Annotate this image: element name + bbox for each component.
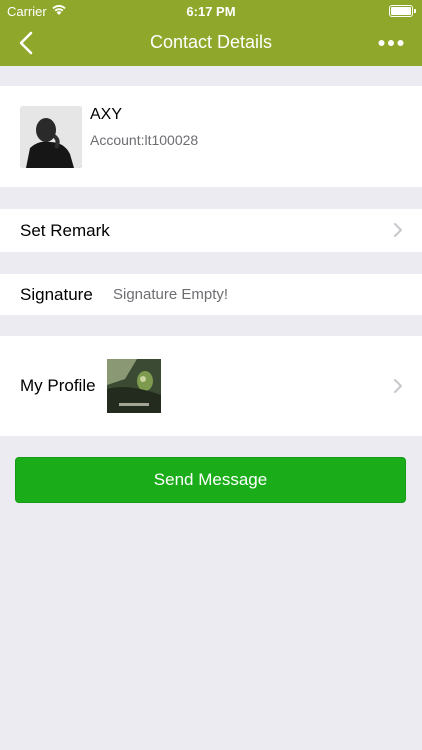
chevron-right-icon [394,223,402,237]
avatar [20,106,82,168]
contact-account: Account:lt100028 [90,132,199,148]
status-time: 6:17 PM [186,4,236,19]
battery-icon [389,5,416,17]
status-bar: Carrier 6:17 PM [0,0,422,22]
ellipsis-icon[interactable] [378,36,404,50]
my-profile-label: My Profile [20,376,96,395]
contact-name: AXY [90,106,123,123]
set-remark-label: Set Remark [20,221,110,240]
contact-card: AXY Account:lt100028 [0,86,422,187]
profile-photo-thumbnail [107,359,161,413]
page-title: Contact Details [149,32,273,52]
signature-label: Signature [20,285,93,304]
send-message-button[interactable]: Send Message [15,457,406,503]
signature-value: Signature Empty! [113,286,229,303]
signature-row: Signature Signature Empty! [0,274,422,315]
my-profile-row[interactable]: My Profile [0,336,422,436]
chevron-right-icon [394,379,402,393]
navigation-header: Carrier 6:17 PM Contact Details [0,0,422,66]
set-remark-row[interactable]: Set Remark [0,209,422,252]
